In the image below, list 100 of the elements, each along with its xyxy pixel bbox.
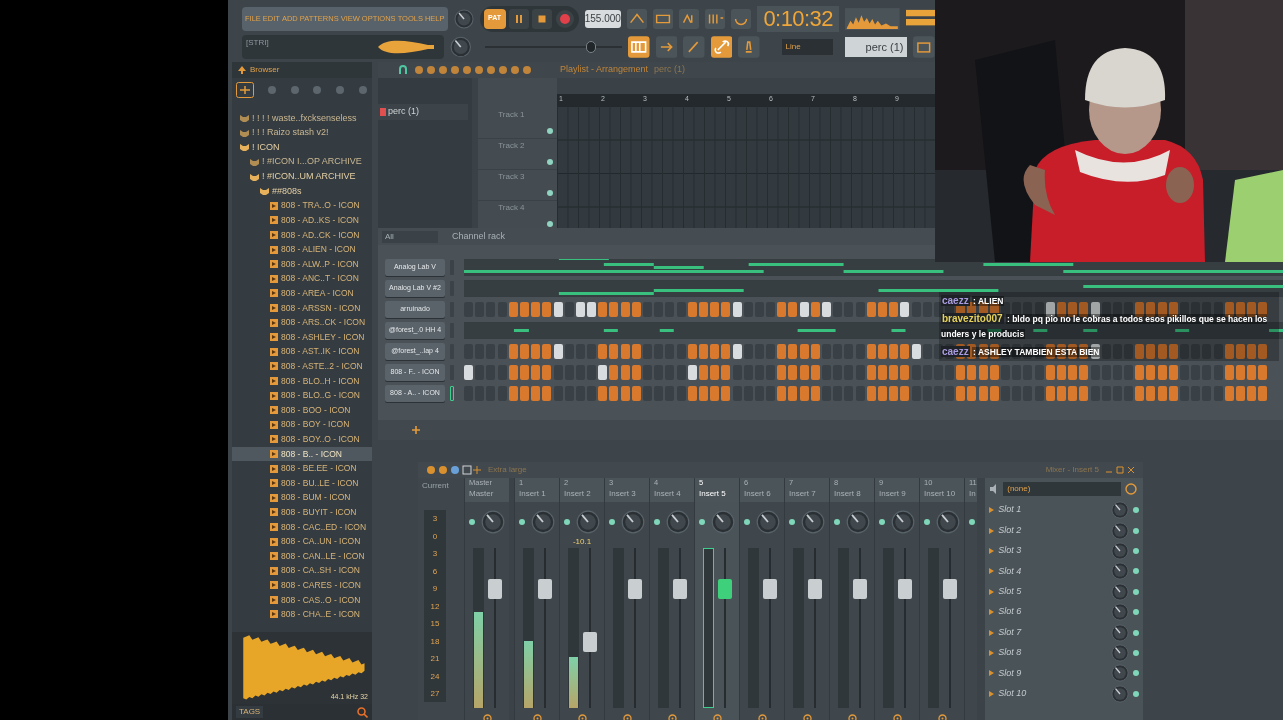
sample-item[interactable]: 808 - CA..SH - ICON [232,563,372,578]
track-led[interactable] [547,159,553,165]
arrow-right-icon[interactable] [655,36,678,58]
fx-slot-label[interactable]: Slot 2 [998,523,1022,538]
route-icon[interactable] [482,714,492,720]
expand-arrow-icon[interactable] [989,568,995,575]
fx-slot-label[interactable]: Slot 5 [998,585,1022,599]
knob[interactable] [1111,562,1129,581]
slot-led[interactable] [1133,547,1139,554]
strip-led[interactable] [744,519,750,525]
knob[interactable] [1111,582,1129,601]
sample-item[interactable]: 808 - BUYIT - ICON [232,505,372,520]
fx-slot-label[interactable]: Slot 1 [998,503,1022,517]
route-icon[interactable] [577,714,587,720]
knob[interactable] [846,510,870,534]
knob[interactable] [621,510,645,534]
route-icon[interactable] [712,714,722,720]
knob[interactable] [801,510,825,534]
track-led[interactable] [547,221,553,227]
sample-item[interactable]: 808 - BU..LE - ICON [232,475,372,491]
knob[interactable] [449,36,472,58]
fader-track[interactable] [942,548,957,708]
fader-thumb[interactable] [537,578,552,599]
folder-item[interactable]: ! ICON [232,140,372,155]
knob[interactable] [481,510,505,534]
fader-thumb[interactable] [897,578,912,599]
add-channel-icon[interactable] [412,426,420,434]
fx-slot-label[interactable]: Slot 4 [998,564,1022,579]
fader-thumb[interactable] [717,578,732,599]
folder-item[interactable]: ! #ICON..UM ARCHIVE [232,169,372,184]
strip-led[interactable] [789,519,795,525]
fx-slot-label[interactable]: Slot 9 [998,666,1022,681]
sample-item[interactable]: 808 - AST..IK - ICON [232,344,372,360]
route-icon[interactable] [892,714,902,720]
fader-thumb[interactable] [807,578,822,599]
expand-arrow-icon[interactable] [989,690,995,697]
slot-led[interactable] [1133,609,1139,616]
fader-track[interactable] [582,548,597,708]
stamp-icon[interactable] [738,36,760,58]
route-icon[interactable] [847,714,857,720]
power-icon[interactable] [1125,483,1138,495]
window-controls-icon[interactable] [1105,466,1135,474]
plus-minus-icon[interactable] [236,82,254,98]
sample-item[interactable]: 808 - TRA..O - ICON [232,198,372,214]
sample-item[interactable]: 808 - ASHLEY - ICON [232,329,372,345]
fader-thumb[interactable] [852,578,867,599]
sample-item[interactable]: 808 - AD..CK - ICON [232,227,372,243]
knob[interactable] [891,510,915,534]
fader-thumb[interactable] [582,632,597,652]
tempo-display[interactable]: 155.000 [584,9,621,28]
knob[interactable] [1111,664,1129,683]
search-icon[interactable] [357,706,368,718]
record-icon[interactable] [554,8,575,29]
knob[interactable] [756,510,780,534]
plugin-icon[interactable] [913,36,935,58]
knob[interactable] [1111,541,1129,560]
sample-item[interactable]: 808 - ARS..CK - ICON [232,315,372,330]
fader-track[interactable] [897,548,912,708]
strip-led[interactable] [699,519,705,525]
sample-item[interactable]: 808 - ALIEN - ICON [232,242,372,257]
knob[interactable] [1111,684,1129,703]
fader-thumb[interactable] [942,578,957,599]
fader-track[interactable] [852,548,867,708]
track-led[interactable] [547,190,553,196]
sample-item[interactable]: 808 - BUM - ICON [232,490,372,506]
fader-track[interactable] [807,548,822,708]
fader-track[interactable] [762,548,777,708]
sample-item[interactable]: 808 - CAS..O - ICON [232,592,372,608]
strip-led[interactable] [654,519,660,525]
sample-item[interactable]: 808 - BOO - ICON [232,402,372,418]
knob[interactable] [1111,623,1129,642]
route-icon[interactable] [667,714,677,720]
strip-led[interactable] [879,519,885,525]
sample-item[interactable]: 808 - CA..UN - ICON [232,534,372,549]
route-icon[interactable] [802,714,812,720]
step-button[interactable] [1180,302,1189,317]
channel-filter-dropdown[interactable]: All [382,230,438,243]
fader-track[interactable] [487,548,502,708]
file-icon[interactable] [266,85,277,95]
pattern-selector[interactable]: perc (1) [844,37,908,57]
channel-select-indicator[interactable] [450,386,454,401]
strip-led[interactable] [564,519,570,525]
folder-item[interactable]: ##808s [232,183,372,199]
sample-item[interactable]: 808 - BOY..O - ICON [232,432,372,447]
stop-icon[interactable] [531,8,552,29]
slot-led[interactable] [1133,527,1139,534]
knob[interactable] [1111,521,1129,540]
sample-item[interactable]: 808 - CARES - ICON [232,578,372,593]
knob[interactable] [1111,603,1129,622]
preset-dropdown[interactable]: (none) [1003,482,1122,496]
slot-led[interactable] [1133,507,1139,514]
pencil-icon[interactable] [683,36,705,58]
sample-item[interactable]: 808 - CAC..ED - ICON [232,519,372,535]
fx-slot-label[interactable]: Slot 3 [998,544,1022,558]
sample-item[interactable]: 808 - AREA - ICON [232,286,372,301]
sample-item[interactable]: 808 - ALW..P - ICON [232,256,372,272]
cloud-icon[interactable] [335,85,346,95]
magnet-icon[interactable] [398,65,408,75]
knob[interactable] [1111,643,1129,662]
pattern-list-item[interactable]: perc (1) [378,104,469,120]
